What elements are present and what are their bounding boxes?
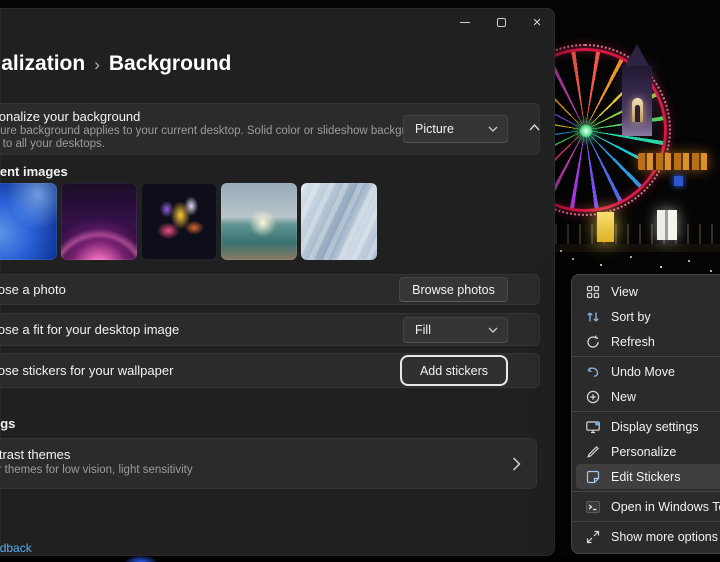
blue-window-light xyxy=(674,176,683,186)
chevron-down-icon xyxy=(488,126,498,132)
fit-dropdown-value: Fill xyxy=(415,323,431,337)
give-feedback-link[interactable]: Give feedback xyxy=(0,541,32,555)
taskbar-accent-glow xyxy=(126,556,156,562)
stickers-label: Choose stickers for your wallpaper xyxy=(0,363,174,378)
church-tower xyxy=(622,44,652,136)
new-icon xyxy=(586,390,600,403)
collapse-chevron-up-icon[interactable] xyxy=(529,124,540,131)
menu-item-label: Edit Stickers xyxy=(611,469,681,484)
undo-icon xyxy=(587,366,599,377)
settings-window: × Personalization › Background Personalize… xyxy=(0,8,555,556)
menu-item-personalize[interactable]: Personalize xyxy=(576,439,720,464)
close-icon: × xyxy=(532,14,542,31)
choose-photo-card: Choose a photo Browse photos xyxy=(0,274,540,305)
menu-item-open-windows-terminal[interactable]: Open in Windows Terminal xyxy=(576,494,720,519)
amber-signage-lights xyxy=(638,153,708,170)
menu-item-label: Show more options xyxy=(611,529,719,544)
personalize-card-title: Personalize your background xyxy=(0,109,141,124)
menu-item-label: Display settings xyxy=(611,419,699,434)
menu-item-label: Personalize xyxy=(611,444,677,459)
sticker-icon xyxy=(586,470,600,483)
browse-photos-button[interactable]: Browse photos xyxy=(399,277,508,302)
scattered-lights xyxy=(560,250,562,252)
menu-item-view[interactable]: View xyxy=(576,279,720,304)
menu-item-label: View xyxy=(611,284,638,299)
refresh-icon xyxy=(587,335,599,348)
breadcrumb: Personalization › Background xyxy=(0,52,231,76)
maximize-icon xyxy=(496,18,506,27)
thumbnail-glow-arc-purple[interactable] xyxy=(61,183,137,260)
personalize-card-desc-line1: A picture background applies to your cur… xyxy=(0,125,437,137)
personalize-brush-icon xyxy=(587,445,599,458)
close-button[interactable]: × xyxy=(519,8,555,37)
menu-item-refresh[interactable]: Refresh xyxy=(576,329,720,354)
related-settings-header: Related settings xyxy=(0,416,16,431)
menu-item-sort-by[interactable]: Sort by xyxy=(576,304,720,329)
choose-photo-label: Choose a photo xyxy=(0,282,66,297)
choose-fit-label: Choose a fit for your desktop image xyxy=(0,322,180,337)
titlebar-buttons: × xyxy=(447,8,555,37)
recent-images-label: Recent images xyxy=(0,164,68,179)
menu-separator xyxy=(573,356,720,357)
fit-dropdown[interactable]: Fill xyxy=(403,317,508,343)
menu-item-edit-stickers[interactable]: Edit Stickers xyxy=(576,464,720,489)
thumbnail-paper-bloom-light[interactable] xyxy=(301,183,377,260)
menu-item-label: Undo Move xyxy=(611,364,675,379)
chevron-down-icon xyxy=(488,327,498,333)
minimize-icon xyxy=(460,22,470,23)
page-title: Background xyxy=(108,52,232,75)
recent-images-row xyxy=(0,183,377,260)
maximize-button[interactable] xyxy=(483,8,519,37)
menu-separator xyxy=(573,411,720,412)
pier-beam xyxy=(555,244,720,252)
terminal-icon xyxy=(586,500,600,513)
screen: × Personalization › Background Personalize… xyxy=(0,0,720,562)
background-style-value: Picture xyxy=(415,122,454,136)
breadcrumb-parent[interactable]: Personalization xyxy=(0,52,85,75)
lit-panel-yellow xyxy=(597,212,614,242)
contrast-themes-title: Contrast themes xyxy=(0,447,71,462)
menu-item-label: Sort by xyxy=(611,309,651,324)
breadcrumb-separator: › xyxy=(94,55,100,74)
tower-window xyxy=(632,98,643,122)
chevron-right-icon xyxy=(512,457,521,471)
sort-icon xyxy=(587,312,599,321)
taskbar[interactable] xyxy=(0,556,720,562)
menu-item-label: New xyxy=(611,389,637,404)
display-settings-icon xyxy=(586,420,600,433)
personalize-card-desc-line2: apply to all your desktops. xyxy=(0,138,105,150)
menu-separator xyxy=(573,491,720,492)
menu-separator xyxy=(573,521,720,522)
desktop-context-menu: View Sort by Refresh Undo Move New Displ… xyxy=(571,274,720,554)
contrast-themes-desc: Color themes for low vision, light sensi… xyxy=(0,464,193,476)
thumbnail-lake-sunrise[interactable] xyxy=(221,183,297,260)
contrast-themes-card[interactable]: Contrast themes Color themes for low vis… xyxy=(0,438,537,489)
personalize-background-card: Personalize your background A picture ba… xyxy=(0,103,540,155)
grid-view-icon xyxy=(586,285,600,298)
stickers-card: Choose stickers for your wallpaper Add s… xyxy=(0,353,540,388)
thumbnail-windows-bloom-blue[interactable] xyxy=(0,183,57,260)
thumbnail-abstract-flower-dark[interactable] xyxy=(141,183,217,260)
background-style-dropdown[interactable]: Picture xyxy=(403,115,508,143)
menu-item-show-more-options[interactable]: Show more options xyxy=(576,524,720,549)
menu-item-new[interactable]: New xyxy=(576,384,720,409)
menu-item-label: Refresh xyxy=(611,334,655,349)
pier-structure xyxy=(555,204,720,254)
show-more-icon xyxy=(586,530,600,543)
minimize-button[interactable] xyxy=(447,8,483,37)
choose-fit-card: Choose a fit for your desktop image Fill xyxy=(0,313,540,346)
menu-item-label: Open in Windows Terminal xyxy=(611,499,720,514)
menu-item-display-settings[interactable]: Display settings xyxy=(576,414,720,439)
add-stickers-button[interactable]: Add stickers xyxy=(402,357,506,384)
lit-panel-white xyxy=(657,210,677,240)
menu-item-undo-move[interactable]: Undo Move xyxy=(576,359,720,384)
